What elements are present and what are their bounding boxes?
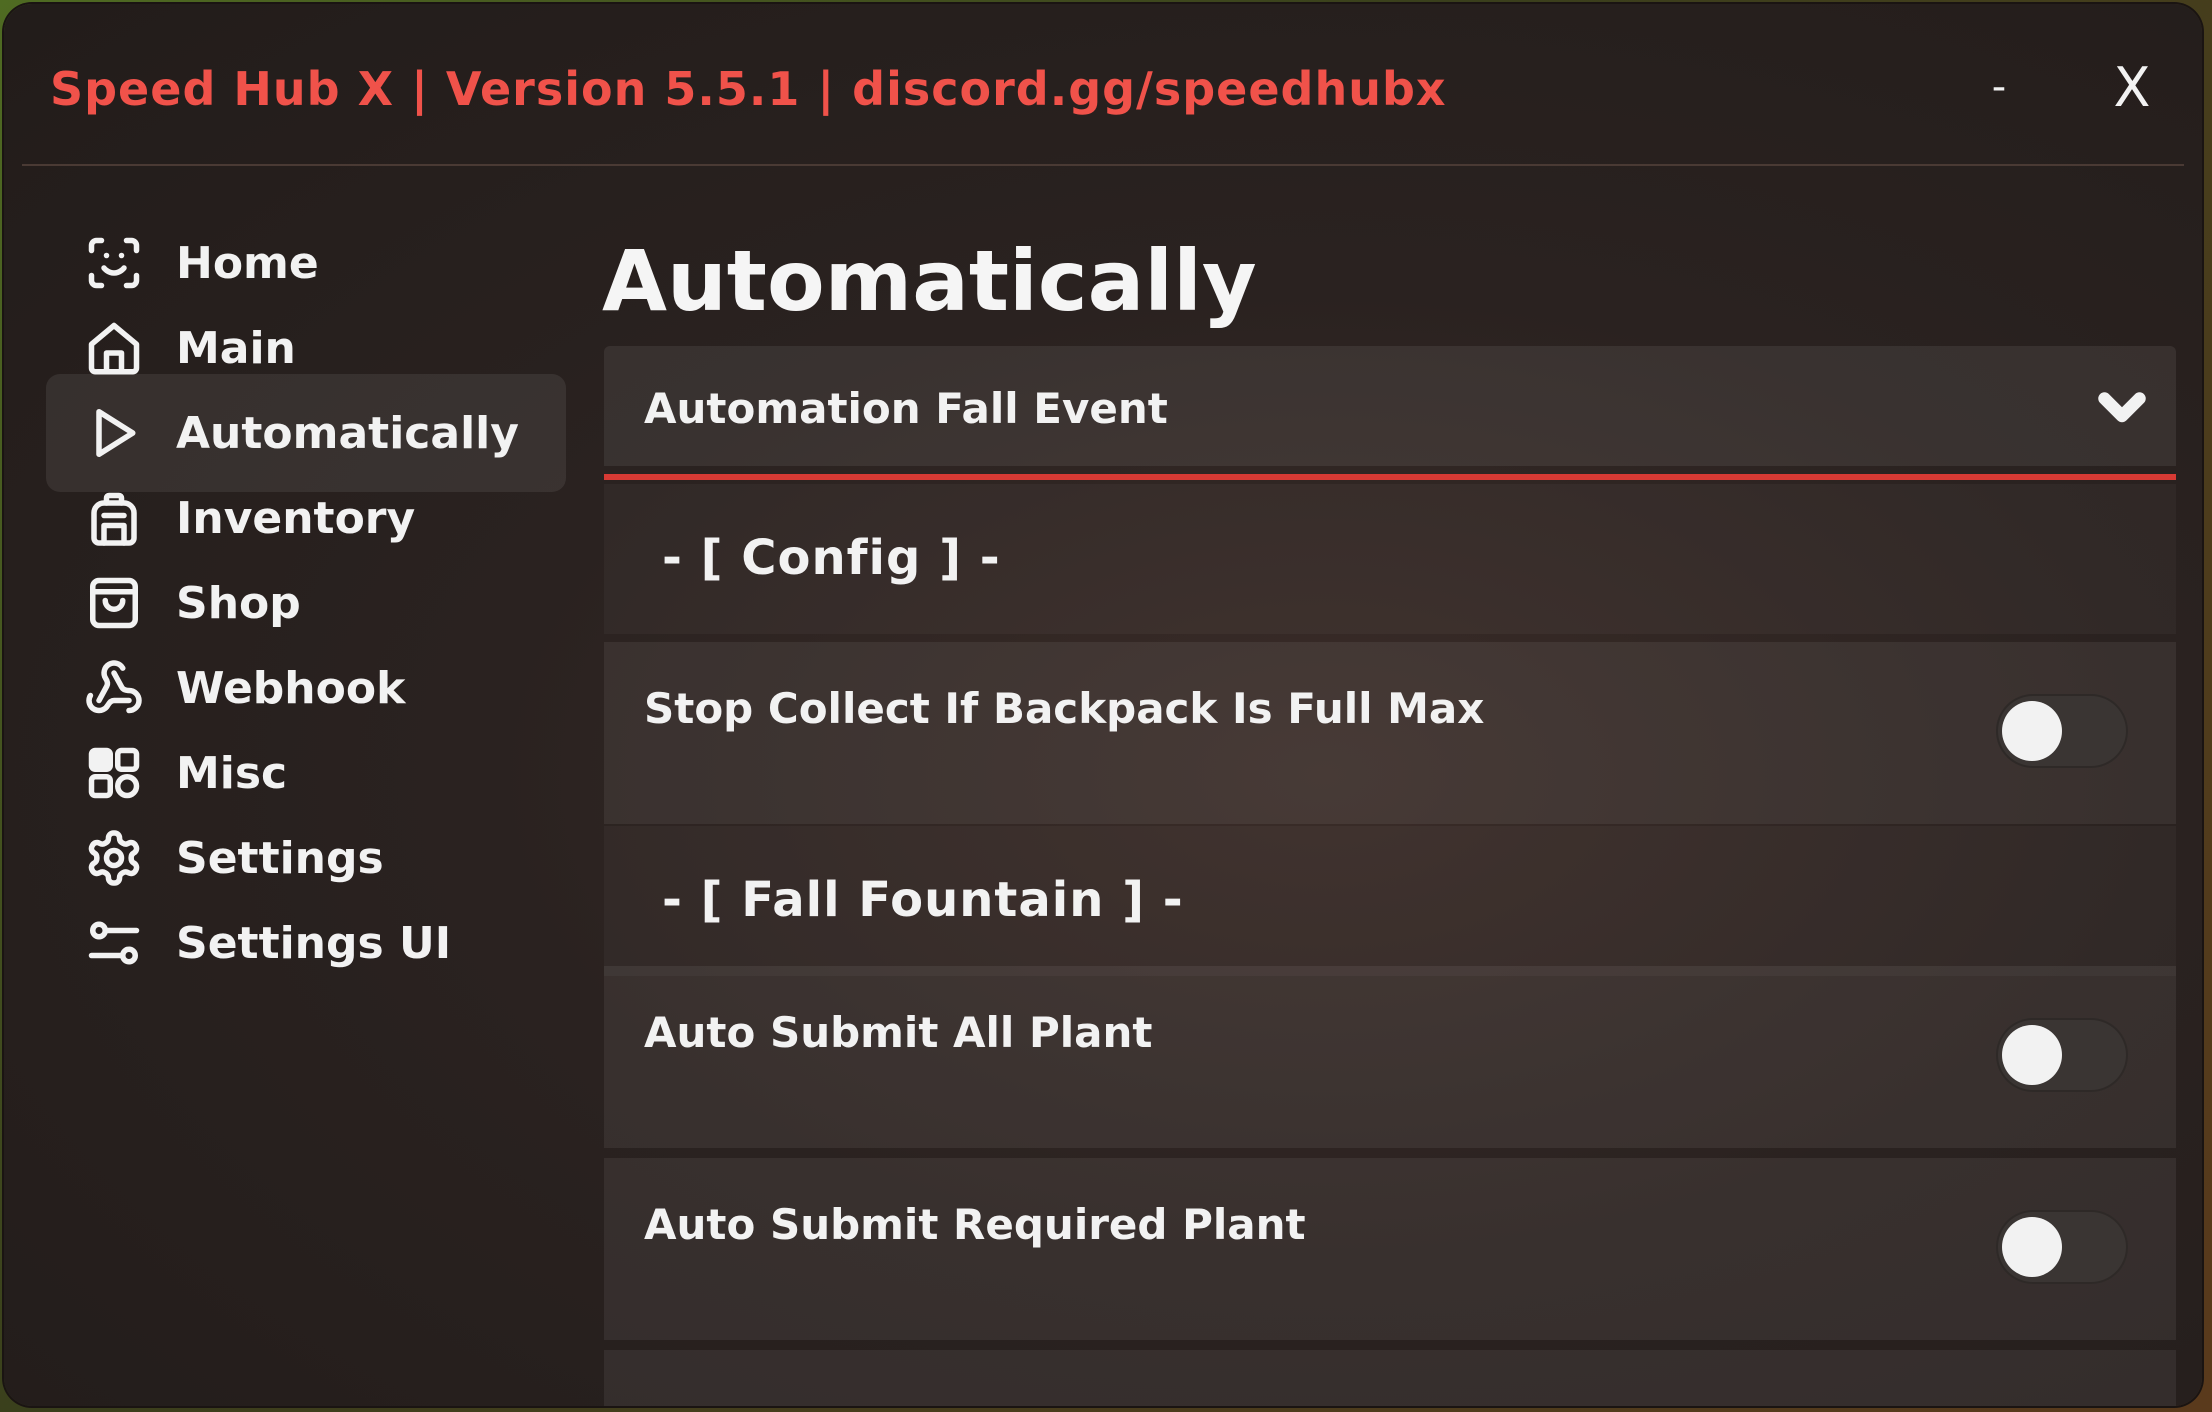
chevron-down-icon[interactable] (2092, 376, 2152, 436)
toggle-knob (2002, 701, 2062, 761)
toggle-knob (2002, 1217, 2062, 1277)
toggle-label: Auto Submit Required Plant (644, 1200, 1306, 1249)
play-icon (82, 401, 146, 465)
dropdown-accent-line (604, 474, 2176, 480)
auto-submit-all-toggle[interactable] (1996, 1018, 2128, 1092)
backpack-icon (82, 486, 146, 550)
toggle-row-stop-collect: Stop Collect If Backpack Is Full Max (604, 642, 2176, 824)
section-label: - [ Fall Fountain ] - (662, 872, 1184, 928)
face-scan-icon (82, 231, 146, 295)
auto-submit-required-toggle[interactable] (1996, 1210, 2128, 1284)
page-title: Automatically (602, 232, 1257, 330)
sidebar-item-label: Misc (176, 747, 288, 799)
sidebar-item-label: Settings UI (176, 917, 452, 969)
sliders-icon (82, 911, 146, 975)
grid-icon (82, 741, 146, 805)
title-bar[interactable]: Speed Hub X | Version 5.5.1 | discord.gg… (4, 4, 2202, 164)
webhook-icon (82, 656, 146, 720)
window-title: Speed Hub X | Version 5.5.1 | discord.gg… (50, 62, 1447, 116)
list-item (604, 1350, 2176, 1406)
sidebar-item-label: Home (176, 237, 319, 289)
sidebar-item-label: Main (176, 322, 296, 374)
toggle-row-auto-submit-required: Auto Submit Required Plant (604, 1158, 2176, 1340)
automation-fall-event-dropdown[interactable]: Automation Fall Event (604, 346, 2176, 466)
stop-collect-toggle[interactable] (1996, 694, 2128, 768)
toggle-label: Auto Submit All Plant (644, 1008, 1153, 1057)
dropdown-label: Automation Fall Event (644, 384, 1168, 433)
sidebar-item-label: Inventory (176, 492, 416, 544)
section-header-config: - [ Config ] - (604, 484, 2176, 634)
shopping-bag-icon (82, 571, 146, 635)
sidebar-item-label: Shop (176, 577, 301, 629)
hub-window: Speed Hub X | Version 5.5.1 | discord.gg… (4, 4, 2202, 1406)
sidebar-item-label: Automatically (176, 407, 519, 459)
gear-icon (82, 826, 146, 890)
sidebar-item-settings-ui[interactable]: Settings UI (46, 884, 566, 1002)
toggle-knob (2002, 1025, 2062, 1085)
toggle-label: Stop Collect If Backpack Is Full Max (644, 684, 1485, 733)
toggle-row-auto-submit-all: Auto Submit All Plant (604, 966, 2176, 1148)
sidebar-item-label: Settings (176, 832, 384, 884)
sidebar-item-label: Webhook (176, 662, 406, 714)
home-icon (82, 316, 146, 380)
section-label: - [ Config ] - (662, 530, 1001, 586)
close-button[interactable]: X (2102, 56, 2162, 119)
minimize-button[interactable]: - (1974, 64, 2024, 110)
section-header-fall-fountain: - [ Fall Fountain ] - (604, 826, 2176, 976)
title-divider (22, 164, 2184, 166)
